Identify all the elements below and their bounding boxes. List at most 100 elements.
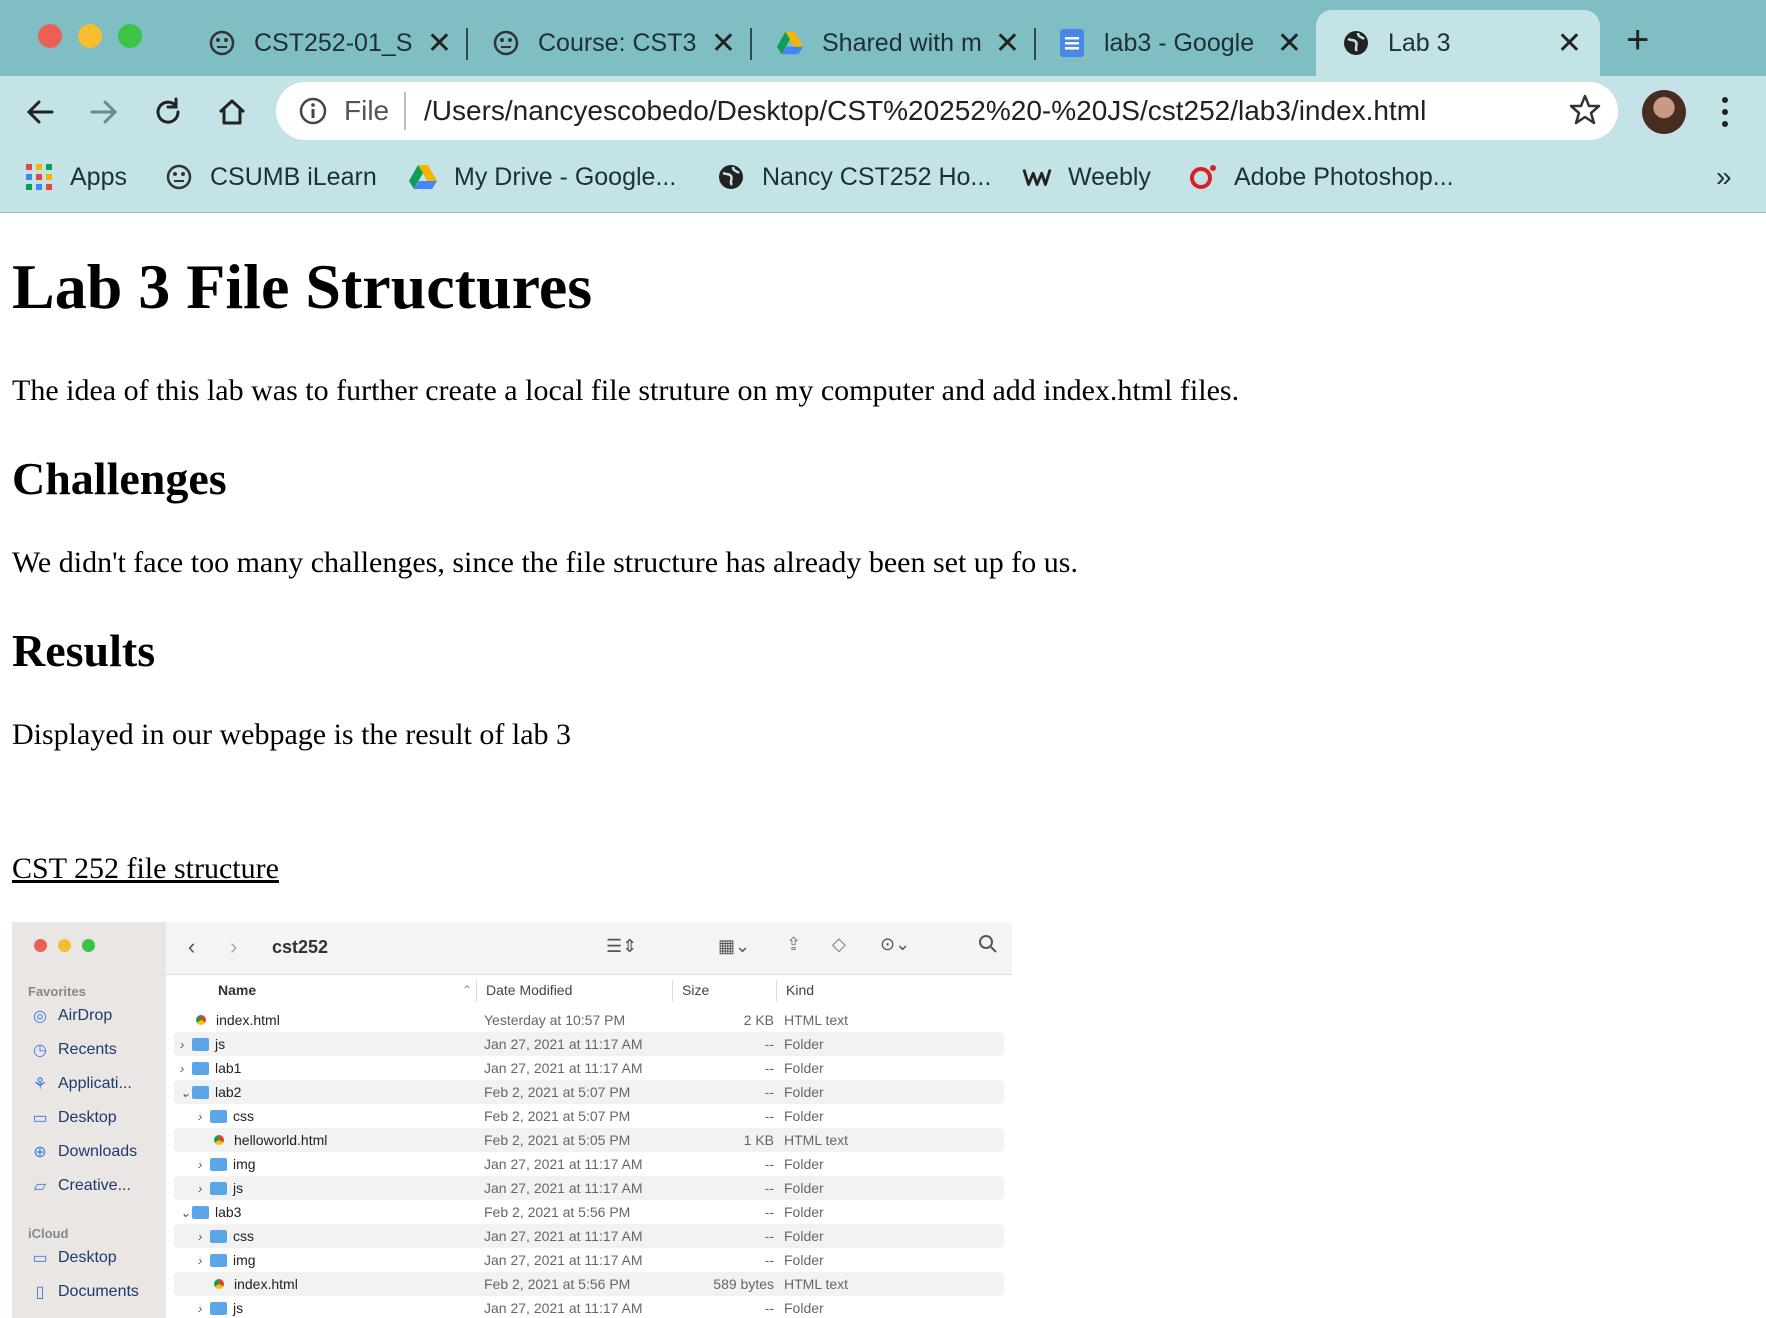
folder-row: › js Jan 27, 2021 at 11:17 AM -- Folder (198, 1300, 824, 1316)
close-window-button[interactable] (38, 24, 62, 48)
ilearn-icon (208, 29, 236, 57)
chevron-right-icon: › (198, 1157, 203, 1172)
tab-cst252-01[interactable]: CST252-01_S ✕ (208, 10, 470, 76)
chevron-right-icon: › (198, 1253, 203, 1268)
sidebar-item-desktop: ▭ Desktop (30, 1108, 116, 1128)
document-icon: ▯ (35, 1284, 45, 1301)
folder-icon (210, 1181, 227, 1195)
folder-row: ⌄ lab2 Feb 2, 2021 at 5:07 PM -- Folder (174, 1080, 1004, 1104)
google-drive-icon (776, 29, 804, 57)
close-icon[interactable]: ✕ (711, 26, 736, 61)
chevron-right-icon: › (198, 1301, 203, 1316)
menu-dots-icon[interactable] (1720, 94, 1730, 135)
folder-row: › img Jan 27, 2021 at 11:17 AM -- Folder (198, 1252, 824, 1268)
info-icon[interactable] (298, 96, 328, 131)
omnibox-divider (404, 92, 406, 130)
bookmark-label: Adobe Photoshop... (1234, 162, 1454, 191)
globe-icon (716, 162, 746, 192)
file-row: index.html Feb 2, 2021 at 5:56 PM 589 by… (174, 1272, 1004, 1296)
minimize-window-button[interactable] (78, 24, 102, 48)
folder-icon (210, 1301, 227, 1315)
html-file-icon (214, 1279, 224, 1290)
folder-icon (210, 1253, 227, 1267)
list-view-icon: ☰⇕ (606, 936, 638, 956)
html-file-icon (214, 1135, 224, 1146)
sidebar-item-icloud-desktop: ▭ Desktop (30, 1248, 116, 1268)
bookmarks-overflow-button[interactable]: » (1716, 158, 1732, 196)
chevron-right-icon: › (180, 1061, 185, 1076)
finder-toolbar: ‹ › cst252 ☰⇕ ▦⌄ ⇪ ◇ ⊙⌄ (166, 922, 1012, 975)
folder-icon (210, 1157, 227, 1171)
tab-label: Course: CST3 (538, 28, 697, 57)
folder-row: › lab1 Jan 27, 2021 at 11:17 AM -- Folder (180, 1060, 824, 1076)
close-icon[interactable]: ✕ (1277, 26, 1302, 61)
tab-label: CST252-01_S (254, 28, 413, 57)
tab-course-cst[interactable]: Course: CST3 ✕ (492, 10, 754, 76)
bookmark-my-drive[interactable]: My Drive - Google... (408, 158, 676, 196)
html-file-icon (196, 1015, 206, 1026)
new-tab-icon[interactable]: + (1626, 18, 1649, 63)
folder-row: › img Jan 27, 2021 at 11:17 AM -- Folder (198, 1156, 824, 1172)
bookmark-weebly[interactable]: Weebly (1022, 158, 1151, 196)
sidebar-item-applications: ⚘ Applicati... (30, 1074, 132, 1094)
bookmark-label: My Drive - Google... (454, 162, 677, 191)
folder-icon (210, 1229, 227, 1243)
bookmark-apps[interactable]: Apps (24, 158, 127, 196)
folder-row: › js Jan 27, 2021 at 11:17 AM -- Folder (174, 1032, 1004, 1056)
column-header-size: Size (682, 982, 710, 998)
address-bar[interactable]: File /Users/nancyescobedo/Desktop/CST%20… (276, 82, 1618, 140)
bookmark-csumb-ilearn[interactable]: CSUMB iLearn (164, 158, 377, 196)
zoom-window-button[interactable] (118, 24, 142, 48)
chevron-down-icon: ⌄ (180, 1085, 191, 1100)
folder-icon: ▱ (33, 1178, 47, 1195)
finder-zoom-dot (82, 939, 95, 952)
folder-row: › js Jan 27, 2021 at 11:17 AM -- Folder (174, 1176, 1004, 1200)
desktop-icon: ▭ (32, 1250, 48, 1267)
finder-close-dot (34, 939, 47, 952)
avatar[interactable] (1642, 90, 1686, 134)
close-icon[interactable]: ✕ (1557, 26, 1582, 61)
folder-icon (210, 1109, 227, 1123)
sidebar-item-recents: ◷ Recents (30, 1040, 117, 1060)
sidebar-section-icloud: iCloud (28, 1226, 69, 1241)
tab-label: lab3 - Google (1104, 28, 1255, 57)
column-header-kind: Kind (786, 982, 815, 998)
tab-label: Lab 3 (1388, 28, 1451, 57)
folder-icon (192, 1085, 209, 1099)
more-actions-icon: ⊙⌄ (880, 934, 911, 954)
tab-lab-3[interactable]: Lab 3 ✕ (1316, 10, 1600, 76)
apps-grid-icon (24, 162, 54, 192)
bookmark-adobe-photoshop[interactable]: Adobe Photoshop... (1188, 158, 1454, 196)
chevron-right-icon: › (180, 1037, 185, 1052)
sidebar-section-favorites: Favorites (28, 984, 86, 999)
challenges-heading: Challenges (12, 453, 227, 504)
tab-divider (466, 28, 468, 60)
close-icon[interactable]: ✕ (427, 26, 452, 61)
results-heading: Results (12, 625, 156, 676)
google-docs-icon (1058, 29, 1086, 57)
bookmark-nancy-cst252[interactable]: Nancy CST252 Ho... (716, 158, 991, 196)
file-structure-link[interactable]: CST 252 file structure (12, 852, 279, 886)
sidebar-item-airdrop: ◎ AirDrop (30, 1006, 112, 1026)
column-divider (776, 980, 777, 1002)
chevron-right-icon: › (198, 1181, 203, 1196)
bookmark-star-icon[interactable] (1568, 93, 1602, 132)
file-row: helloworld.html Feb 2, 2021 at 5:05 PM 1… (174, 1128, 1004, 1152)
ilearn-icon (492, 29, 520, 57)
results-paragraph: Displayed in our webpage is the result o… (12, 718, 572, 751)
home-icon[interactable] (212, 92, 252, 132)
tab-lab3-google-doc[interactable]: lab3 - Google ✕ (1058, 10, 1320, 76)
folder-row: › css Feb 2, 2021 at 5:07 PM -- Folder (198, 1108, 824, 1124)
sidebar-item-creative: ▱ Creative... (30, 1176, 131, 1196)
close-icon[interactable]: ✕ (995, 26, 1020, 61)
weebly-icon (1022, 162, 1052, 192)
folder-icon (192, 1061, 209, 1075)
tab-shared-with-me[interactable]: Shared with m ✕ (776, 10, 1038, 76)
finder-minimize-dot (58, 939, 71, 952)
forward-arrow-icon[interactable] (84, 92, 124, 132)
google-drive-icon (408, 162, 438, 192)
file-row: index.html Yesterday at 10:57 PM 2 KB HT… (174, 1008, 1004, 1032)
url-text[interactable]: /Users/nancyescobedo/Desktop/CST%20252%2… (424, 95, 1426, 127)
reload-icon[interactable] (148, 92, 188, 132)
back-arrow-icon[interactable] (20, 92, 60, 132)
